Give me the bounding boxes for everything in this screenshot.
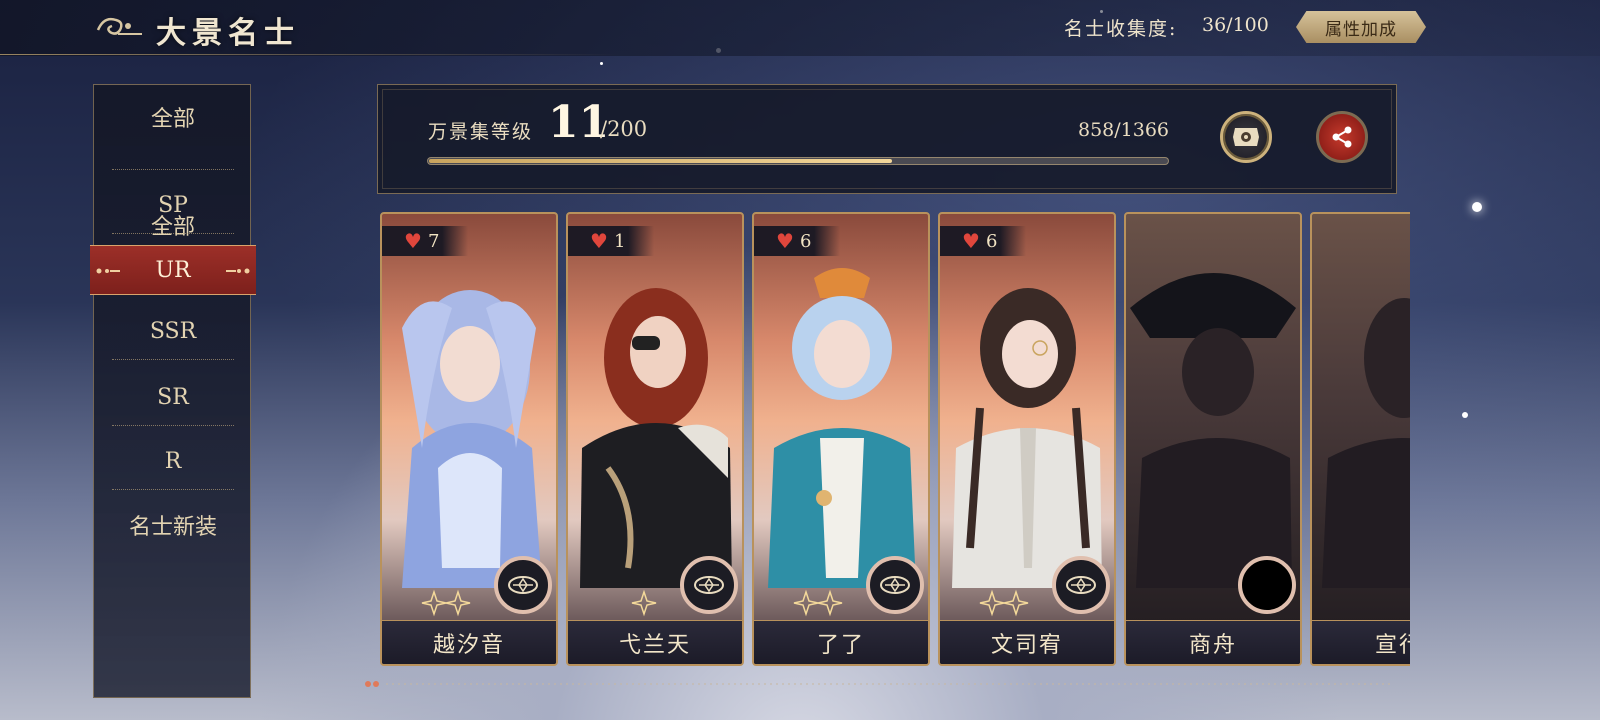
share-icon [1332,126,1352,148]
filter-tab-sp[interactable]: SP [94,173,252,237]
favor-badge: ♥ 7 [382,226,468,256]
character-card[interactable]: ♥ 6 了了 [752,212,930,666]
ornament-dots-icon [96,268,120,274]
rank-stars-icon [979,589,1029,617]
filter-tab-label: SP [158,192,188,218]
divider [0,54,620,55]
filter-tab-sr[interactable]: SR [94,365,252,429]
heart-icon: ♥ [404,229,422,253]
scroll-indicator [365,681,1394,687]
exp-progress-bar [427,157,1169,165]
character-card-locked[interactable]: 宣行 [1310,212,1410,666]
filter-tab-label: UR [155,257,191,283]
favor-badge: ♥ 6 [754,226,840,256]
filter-tab-label: R [164,448,182,474]
sparkle [1472,202,1482,212]
rank-stars-icon [421,589,471,617]
filter-tab-ur[interactable]: UR [90,245,256,295]
character-name: 文司宥 [940,620,1114,664]
filter-tab-label: SSR [149,318,197,344]
collection-level-panel: 万景集等级 11 /200 858/1366 [377,84,1397,194]
cloud-emblem-icon [96,17,142,35]
rarity-filter-sidebar: 全部 全部 SP UR SSR SR R 名士新装 [90,84,256,698]
character-name: 弋兰天 [568,620,742,664]
divider [112,425,234,426]
faction-emblem-icon [866,556,924,614]
share-button[interactable] [1316,111,1368,163]
filter-tab-label: 全部 [150,107,195,132]
divider [112,489,234,490]
filter-tab-label: 名士新装 [128,515,217,540]
faction-emblem-icon [494,556,552,614]
divider [112,169,234,170]
filter-tab-new-outfit[interactable]: 名士新装 [94,493,252,557]
character-card[interactable]: ♥ 7 越汐音 [380,212,558,666]
divider [112,359,234,360]
exp-progress-fill [429,159,893,163]
faction-emblem-icon [680,556,738,614]
favor-count: 7 [427,230,440,252]
character-name: 宣行 [1312,620,1410,664]
filter-tab-ssr[interactable]: SSR [94,299,252,363]
character-portrait [580,288,732,588]
character-silhouette [1322,298,1410,588]
character-card-list: ♥ 7 越汐音 ♥ 1 弋兰天 ♥ 6 了了 ♥ 6 文司宥 商舟 宣 [380,212,1410,668]
character-name: 商舟 [1126,620,1300,664]
faction-emblem-icon [1052,556,1110,614]
favor-badge: ♥ 6 [940,226,1026,256]
faction-emblem-icon [1238,556,1296,614]
top-bar: 大景名士 名士收集度: 36/100 属性加成 [0,0,1600,56]
character-portrait [768,268,916,588]
character-portrait [952,288,1102,588]
collection-reward-button[interactable] [1220,111,1272,163]
favor-badge: ♥ 1 [568,226,654,256]
character-card-locked[interactable]: 商舟 [1124,212,1302,666]
filter-tab-r[interactable]: R [94,429,252,493]
favor-count: 1 [613,230,626,252]
ornament-dots-icon [226,268,250,274]
heart-icon: ♥ [962,229,980,253]
character-name: 了了 [754,620,928,664]
flower-box-icon [1233,128,1259,146]
filter-tab-label: SR [157,384,189,410]
filter-tab-all[interactable]: 全部 [94,85,252,149]
heart-icon: ♥ [776,229,794,253]
level-max: /200 [600,117,648,141]
heart-icon: ♥ [590,229,608,253]
character-silhouette [1130,273,1296,588]
sparkle [600,62,603,65]
character-name: 越汐音 [382,620,556,664]
character-card[interactable]: ♥ 1 弋兰天 [566,212,744,666]
collection-value: 36/100 [1202,14,1269,36]
favor-count: 6 [799,230,812,252]
character-card[interactable]: ♥ 6 文司宥 [938,212,1116,666]
collection-label: 名士收集度: [1064,18,1178,40]
character-portrait [402,290,542,588]
attribute-bonus-button[interactable]: 属性加成 [1296,11,1426,43]
rank-stars-icon [793,589,843,617]
level-label: 万景集等级 [428,121,534,143]
exp-value: 858/1366 [1078,119,1170,141]
favor-count: 6 [985,230,998,252]
sparkle [1462,412,1468,418]
rank-stars-icon [631,589,657,617]
page-title: 大景名士 [156,16,300,51]
